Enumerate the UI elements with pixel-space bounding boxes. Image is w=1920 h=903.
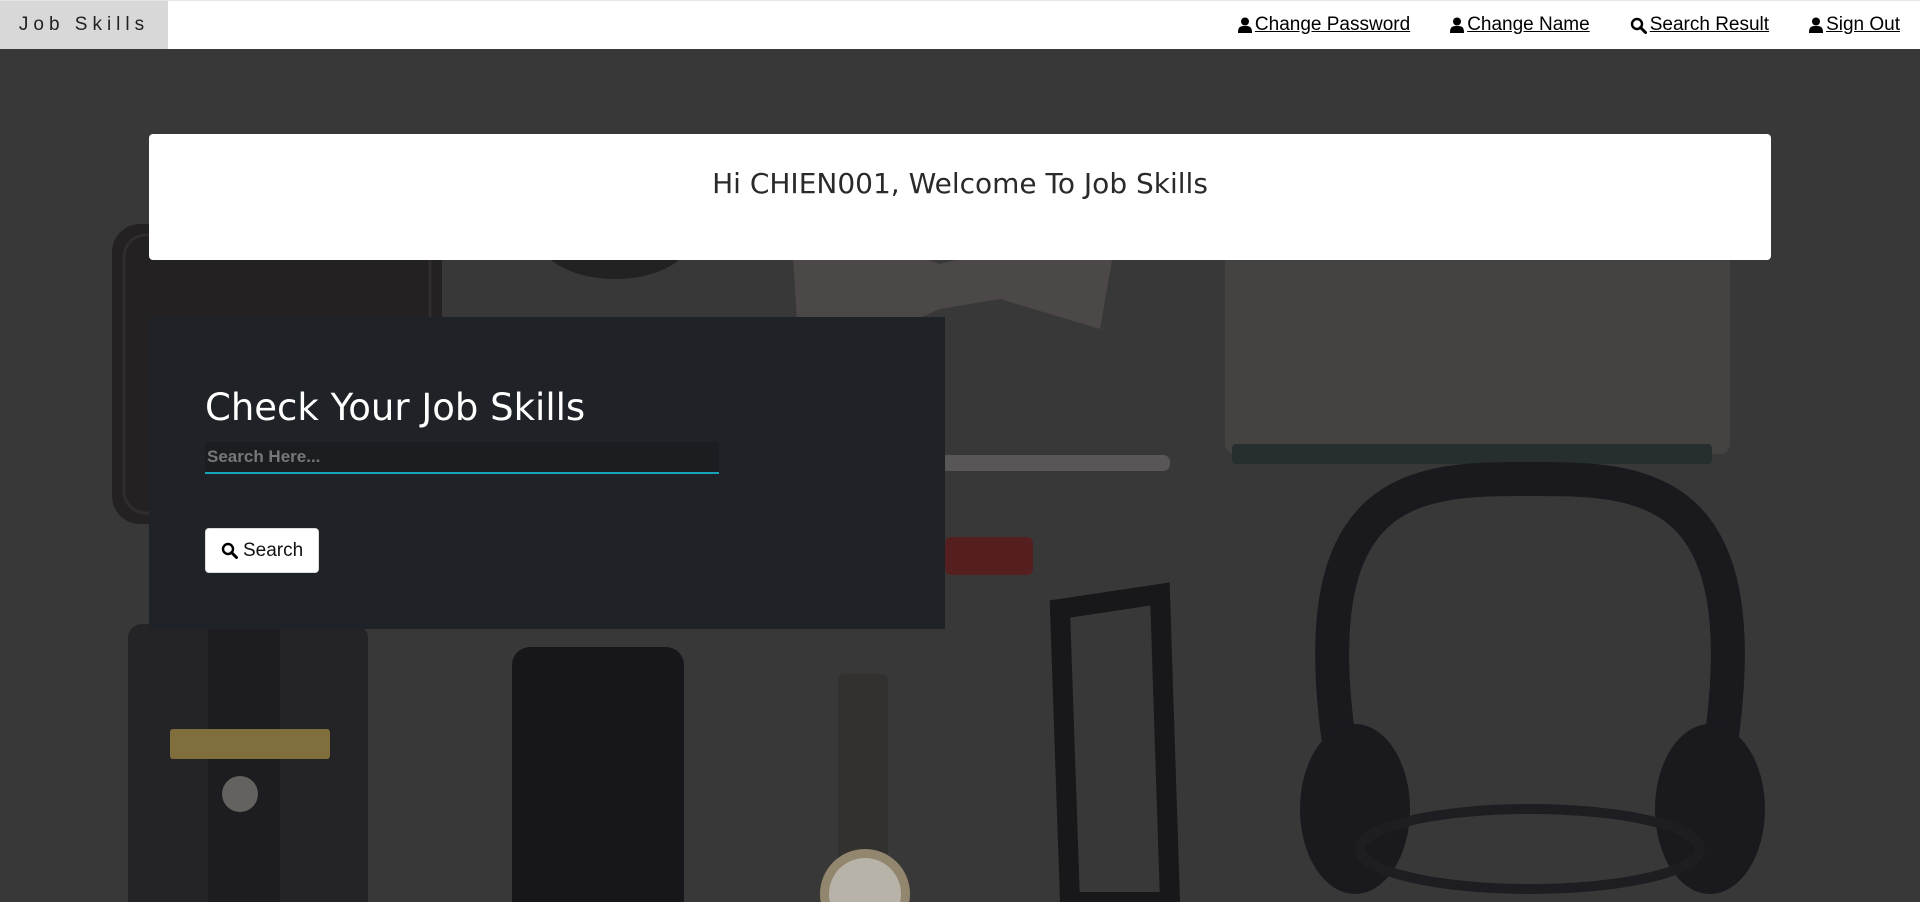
nav-label: Change Name (1467, 14, 1590, 35)
nav-label: Sign Out (1826, 14, 1900, 35)
nav-label: Search Result (1649, 14, 1770, 35)
user-icon (1237, 17, 1252, 33)
search-button-label: Search (243, 539, 304, 561)
hero-background: Hi CHIEN001, Welcome To Job Skills Check… (0, 49, 1920, 902)
search-icon (1630, 17, 1647, 34)
top-navbar: Job Skills Change Password Change Name S… (0, 0, 1920, 49)
nav-search-result[interactable]: Search Result (1630, 14, 1769, 36)
nav-sign-out[interactable]: Sign Out (1809, 14, 1900, 36)
user-icon (1809, 17, 1824, 33)
search-panel: Check Your Job Skills Search (149, 317, 945, 629)
nav-change-name[interactable]: Change Name (1450, 14, 1590, 36)
nav-label: Change Password (1254, 14, 1411, 35)
search-button[interactable]: Search (205, 528, 320, 573)
nav-change-password[interactable]: Change Password (1237, 14, 1411, 36)
nav-links: Change Password Change Name Search Resul… (1237, 1, 1900, 49)
search-title: Check Your Job Skills (205, 386, 586, 429)
search-input[interactable] (205, 442, 719, 474)
search-icon (221, 542, 238, 559)
user-icon (1450, 17, 1465, 33)
brand-logo[interactable]: Job Skills (0, 1, 168, 49)
welcome-card: Hi CHIEN001, Welcome To Job Skills (149, 134, 1771, 260)
welcome-heading: Hi CHIEN001, Welcome To Job Skills (712, 167, 1208, 200)
